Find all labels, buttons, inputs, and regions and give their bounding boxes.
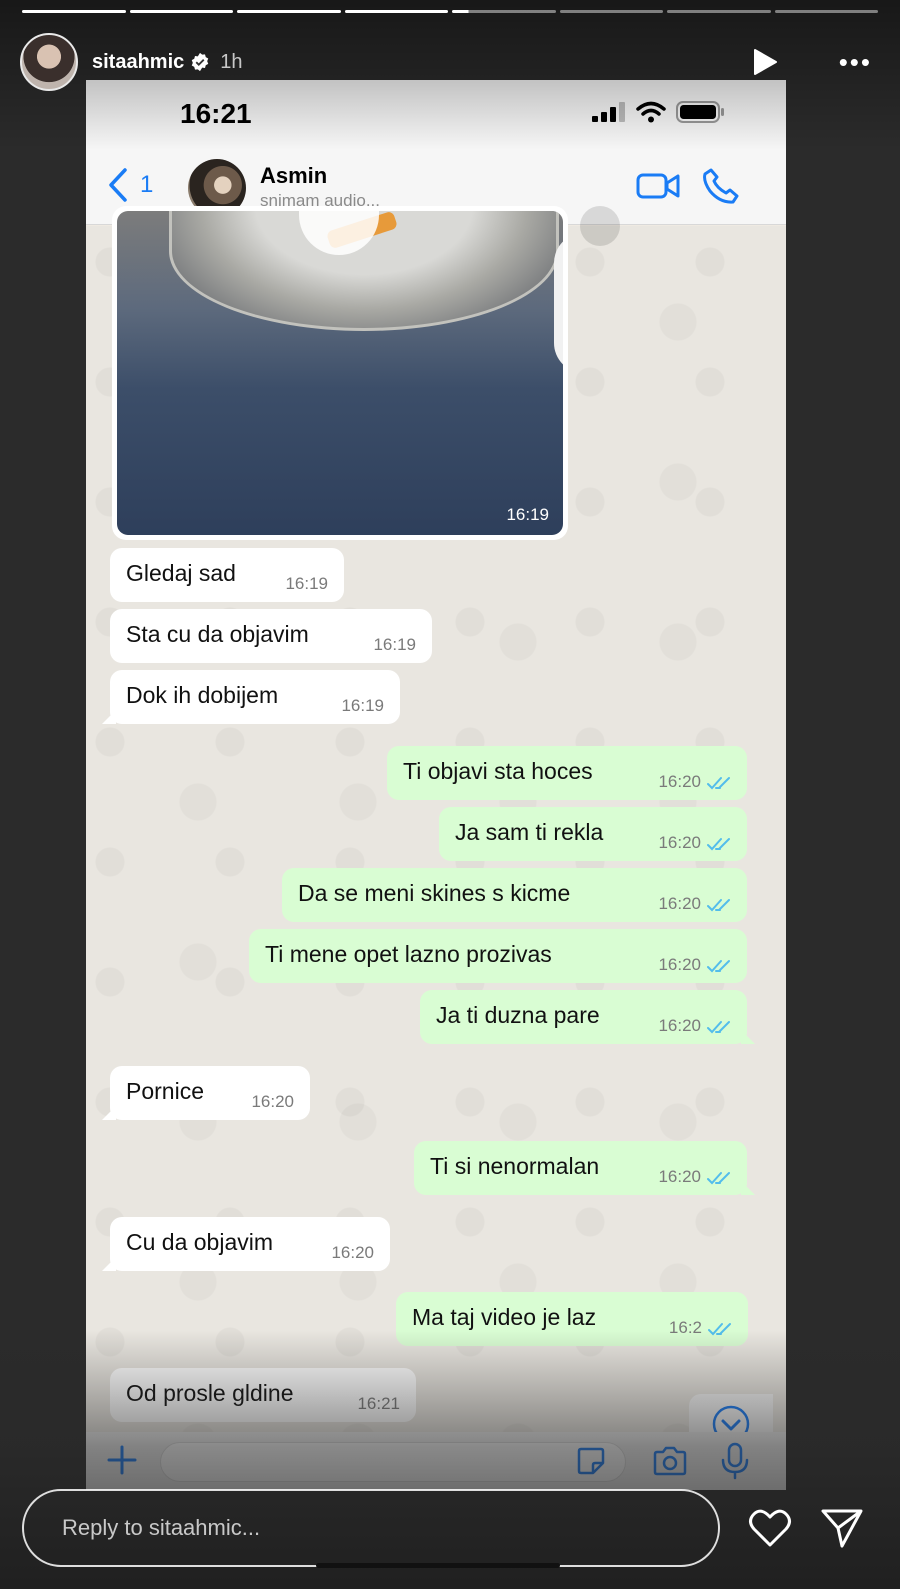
status-bar-time: 16:21 — [180, 98, 252, 129]
read-ticks-icon — [707, 838, 730, 851]
story-progress-segment — [667, 10, 771, 13]
message-text: Sta cu da objavim — [126, 620, 309, 647]
read-ticks-icon — [707, 1021, 730, 1034]
message-text: Ti objavi sta hoces — [403, 757, 593, 784]
message-text: Pornice — [126, 1077, 204, 1104]
message-text: Da se meni skines s kicme — [298, 879, 571, 906]
incoming-message[interactable]: Od prosle gldine 16:21 — [110, 1368, 416, 1422]
read-ticks-icon — [707, 777, 730, 790]
message-time: 16:20 — [658, 1167, 701, 1186]
read-ticks-icon — [707, 899, 730, 912]
message-text: Ma taj video je laz — [412, 1303, 597, 1330]
message-text: Od prosle gldine — [126, 1379, 294, 1406]
message-time: 16:20 — [658, 894, 701, 913]
more-icon[interactable]: ••• — [839, 49, 872, 75]
story-viewer: sitaahmic 1h ••• 16:2 1 1 Asmin snimam au… — [0, 0, 900, 1589]
read-ticks-icon — [708, 1323, 731, 1336]
back-icon[interactable] — [106, 165, 130, 205]
read-ticks-icon — [707, 960, 730, 973]
message-time: 16:20 — [658, 1016, 701, 1035]
message-text: Cu da objavim — [126, 1228, 274, 1255]
story-username[interactable]: sitaahmic — [92, 51, 184, 74]
play-icon[interactable] — [752, 48, 778, 76]
incoming-message[interactable]: Sta cu da objavim 16:19 — [110, 609, 432, 663]
message-time: 16:20 — [251, 1092, 294, 1111]
phone-call-icon[interactable] — [702, 167, 740, 205]
message-time: 16:21 — [357, 1394, 400, 1413]
outgoing-message[interactable]: Ti si nenormalan 16:20 — [414, 1141, 755, 1195]
home-indicator — [316, 1563, 560, 1568]
reply-input[interactable] — [62, 1515, 662, 1541]
story-progress-segment — [237, 10, 341, 13]
message-field[interactable] — [160, 1442, 626, 1482]
verified-icon — [192, 52, 209, 72]
message-text: Gledaj sad — [126, 559, 236, 586]
sticker-icon[interactable] — [576, 1446, 606, 1476]
message-text: Ja ti duzna pare — [436, 1001, 600, 1028]
message-time: 16:19 — [373, 635, 416, 654]
chat-screenshot: 16:2 1 1 Asmin snimam audio... 16:19 Gled… — [86, 80, 786, 1490]
message-time: 16:19 — [341, 696, 384, 715]
video-thumbnail[interactable]: 16:19 — [117, 211, 563, 535]
contact-name[interactable]: Asmin — [260, 163, 327, 189]
forward-icon[interactable] — [580, 206, 620, 246]
message-time: 16:2 — [668, 1318, 702, 1337]
status-bar-icons — [592, 100, 726, 124]
send-icon[interactable] — [820, 1506, 864, 1550]
story-avatar[interactable] — [20, 33, 78, 91]
incoming-message[interactable]: Cu da objavim 16:20 — [102, 1217, 390, 1271]
story-progress-segment — [774, 10, 878, 13]
story-posted-ago: 1h — [220, 50, 243, 73]
signal-icon — [592, 102, 625, 122]
chat-messages-area[interactable]: 16:19 Gledaj sad 16:19 Sta cu da objavim 16… — [86, 206, 786, 1490]
message-time: 16:20 — [658, 772, 701, 791]
outgoing-message[interactable]: Ti mene opet lazno prozivas 16:20 — [249, 929, 747, 983]
message-text: Ti mene opet lazno prozivas — [265, 940, 552, 967]
message-time: 16:20 — [658, 955, 701, 974]
story-progress-segment — [344, 10, 448, 13]
story-progress-segment — [129, 10, 233, 13]
outgoing-message[interactable]: Ti objavi sta hoces 16:20 — [387, 746, 747, 800]
incoming-message[interactable]: Dok ih dobijem 16:19 — [102, 670, 400, 724]
story-progress-bar — [22, 10, 878, 14]
incoming-message[interactable]: Gledaj sad 16:19 — [110, 548, 344, 602]
outgoing-message[interactable]: Ja sam ti rekla 16:20 — [439, 807, 747, 861]
phone-top-bar: 16:21 1 Asmin snimam audio... — [86, 80, 786, 225]
unread-count[interactable]: 1 — [140, 171, 153, 199]
message-text: Dok ih dobijem — [126, 681, 279, 708]
chat-input-bar — [86, 1432, 786, 1490]
message-text: Ja sam ti rekla — [455, 818, 604, 845]
mic-icon[interactable] — [720, 1442, 750, 1480]
incoming-message[interactable]: Pornice 16:20 — [102, 1066, 310, 1120]
video-call-icon[interactable] — [636, 171, 680, 201]
message-time: 16:19 — [506, 505, 549, 524]
message-time: 16:20 — [658, 833, 701, 852]
bottle-cap-image — [554, 233, 563, 373]
story-reply-box[interactable] — [22, 1489, 720, 1567]
battery-icon — [676, 101, 724, 123]
wifi-icon — [636, 101, 666, 123]
message-time: 16:19 — [285, 574, 328, 593]
story-progress-segment — [22, 10, 126, 13]
video-message[interactable]: 16:19 — [112, 206, 568, 540]
outgoing-message[interactable]: Da se meni skines s kicme 16:20 — [282, 868, 747, 922]
camera-icon[interactable] — [652, 1446, 688, 1476]
story-progress-segment — [452, 10, 556, 13]
outgoing-message[interactable]: Ma taj video je laz 16:2 — [396, 1292, 748, 1346]
plus-icon[interactable] — [106, 1444, 138, 1476]
heart-icon[interactable] — [748, 1508, 792, 1548]
outgoing-message[interactable]: Ja ti duzna pare 16:20 — [420, 990, 755, 1044]
message-time: 16:20 — [331, 1243, 374, 1262]
read-ticks-icon — [707, 1172, 730, 1185]
story-progress-segment — [559, 10, 663, 13]
message-text: Ti si nenormalan — [430, 1152, 600, 1179]
story-header: sitaahmic 1h ••• — [20, 32, 880, 92]
